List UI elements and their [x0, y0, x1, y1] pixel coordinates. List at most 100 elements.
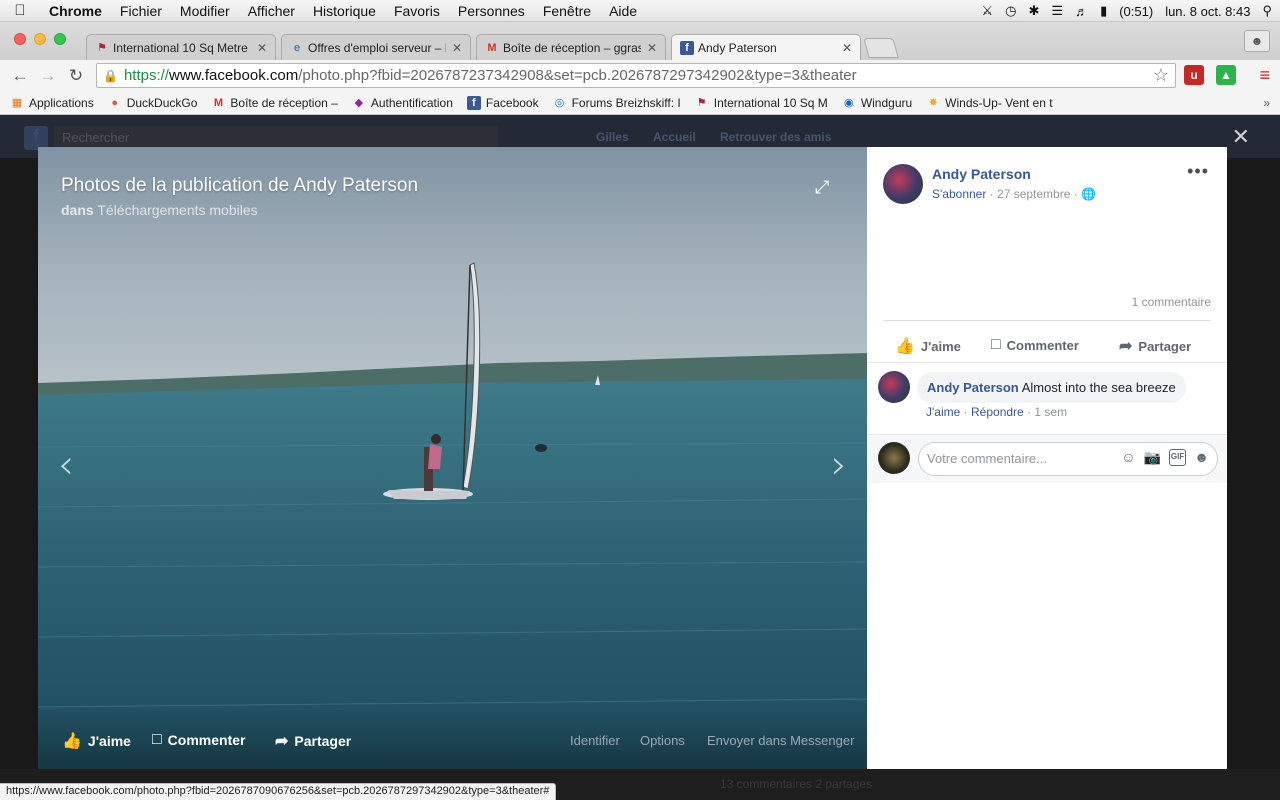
camera-icon[interactable]: 📷 — [1143, 449, 1160, 466]
close-tab-icon[interactable]: ✕ — [257, 41, 267, 55]
bookmark-breizhskiff[interactable]: ◎ Forums Breizhskiff: I — [553, 96, 681, 110]
close-theater-icon[interactable]: ✕ — [1232, 126, 1250, 148]
bookmarks-bar: ▦ Applications ● DuckDuckGo M Boîte de r… — [0, 91, 1280, 115]
bookmark-windguru[interactable]: ◉ Windguru — [842, 96, 912, 110]
forward-arrow-icon[interactable]: → — [34, 66, 62, 86]
next-photo-icon[interactable]: › — [831, 442, 847, 488]
photo-share-label: Partager — [294, 733, 352, 749]
wifi-icon[interactable]: ☰ — [1051, 3, 1063, 19]
bookmark-facebook[interactable]: f Facebook — [466, 95, 539, 110]
tab-gmail[interactable]: M Boîte de réception – ggras ✕ — [476, 34, 666, 60]
menu-favoris[interactable]: Favoris — [385, 3, 449, 19]
like-button[interactable]: 👍 J'aime — [895, 336, 961, 356]
minimize-window-button[interactable] — [34, 33, 46, 45]
bookmark-applications[interactable]: ▦ Applications — [10, 96, 94, 110]
bookmark-gmail[interactable]: M Boîte de réception – — [211, 96, 338, 110]
bookmark-duckduckgo[interactable]: ● DuckDuckGo — [108, 96, 197, 110]
gif-icon[interactable]: GIF — [1168, 449, 1187, 466]
share-arrow-icon: ➦ — [275, 733, 289, 750]
tab-title: International 10 Sq Metre — [113, 40, 248, 55]
menu-personnes[interactable]: Personnes — [449, 3, 534, 19]
post-date[interactable]: 27 septembre — [997, 187, 1070, 201]
menu-historique[interactable]: Historique — [304, 3, 385, 19]
close-tab-icon[interactable]: ✕ — [842, 41, 852, 55]
tab-international-10sq[interactable]: ⚑ International 10 Sq Metre ✕ — [86, 34, 276, 60]
back-arrow-icon[interactable]: ← — [6, 66, 34, 86]
close-window-button[interactable] — [14, 33, 26, 45]
post-options-icon[interactable]: ••• — [1187, 161, 1209, 182]
comment-reply-link[interactable]: Répondre — [971, 405, 1024, 419]
new-tab-button[interactable] — [863, 38, 899, 58]
share-button[interactable]: ➦ Partager — [1119, 336, 1191, 356]
cat-icon[interactable]: ⚔ — [982, 3, 994, 19]
zoom-window-button[interactable] — [54, 33, 66, 45]
menu-fenetre[interactable]: Fenêtre — [534, 3, 600, 19]
comment-button[interactable]: □ Commenter — [991, 336, 1079, 354]
previous-photo-icon[interactable]: ‹ — [58, 442, 74, 488]
meta-separator: · — [986, 187, 998, 201]
bookmarks-overflow-icon[interactable]: » — [1263, 96, 1270, 110]
tab-offres-emploi[interactable]: e Offres d'emploi serveur – N ✕ — [281, 34, 471, 60]
commenter-avatar[interactable] — [878, 371, 910, 403]
apple-menu-icon[interactable]:  — [0, 2, 40, 19]
photo-share-button[interactable]: ➦ Partager — [275, 731, 351, 751]
photo-like-button[interactable]: 👍 J'aime — [62, 731, 131, 751]
album-link[interactable]: Téléchargements mobiles — [97, 202, 257, 218]
comment-like-link[interactable]: J'aime — [926, 405, 960, 419]
sailing-photo — [38, 147, 867, 769]
bookmark-winds-up[interactable]: ✸ Winds-Up- Vent en t — [926, 96, 1053, 110]
chrome-menu-icon[interactable]: ≡ — [1259, 66, 1270, 84]
photo-viewer[interactable]: Photos de la publication de Andy Paterso… — [38, 147, 867, 769]
bookmark-label: Applications — [29, 95, 94, 110]
send-messenger-link[interactable]: Envoyer dans Messenger — [707, 733, 854, 748]
address-bar[interactable]: 🔒 https://www.facebook.com/photo.php?fbi… — [96, 63, 1176, 88]
divider — [867, 362, 1227, 363]
sail-icon: ⚑ — [696, 97, 707, 109]
bg-comments-shares: 13 commentaires 2 partages — [720, 777, 873, 791]
battery-icon[interactable]: ▮ — [1100, 3, 1107, 19]
url-scheme: https:// — [123, 67, 169, 84]
sticker-icon[interactable]: ☻ — [1194, 449, 1209, 466]
fb-nav-user: Gilles — [596, 130, 629, 144]
bluetooth-icon[interactable]: ✱ — [1029, 3, 1040, 19]
bookmark-international-10sq[interactable]: ⚑ International 10 Sq M — [695, 96, 828, 110]
menu-modifier[interactable]: Modifier — [171, 3, 239, 19]
menu-afficher[interactable]: Afficher — [239, 3, 304, 19]
bookmark-authentification[interactable]: ◆ Authentification — [352, 96, 453, 110]
options-link[interactable]: Options — [640, 733, 685, 748]
reload-icon[interactable]: ↻ — [62, 66, 90, 86]
comment-time[interactable]: 1 sem — [1034, 405, 1067, 419]
tag-photo-link[interactable]: Identifier — [570, 733, 620, 748]
author-avatar[interactable] — [883, 164, 923, 204]
close-tab-icon[interactable]: ✕ — [647, 41, 657, 55]
comments-count[interactable]: 1 commentaire — [1132, 295, 1211, 309]
lock-icon[interactable]: 🔒 — [103, 69, 118, 83]
battery-time[interactable]: (0:51) — [1119, 4, 1153, 19]
spotlight-search-icon[interactable]: ⚲ — [1262, 3, 1272, 19]
apps-grid-icon: ▦ — [11, 97, 23, 109]
comment-input[interactable]: Votre commentaire... ☺ 📷 GIF ☻ — [918, 442, 1218, 476]
ublock-extension-icon[interactable]: u — [1184, 65, 1204, 85]
photo-comment-button[interactable]: □ Commenter — [152, 731, 245, 749]
volume-icon[interactable]: ♬ — [1075, 4, 1088, 19]
comment-bubble-icon: □ — [991, 336, 1001, 353]
window-controls — [14, 33, 66, 45]
tab-andy-paterson[interactable]: f Andy Paterson ✕ — [671, 34, 861, 60]
fullscreen-expand-icon[interactable]: ⤢ — [815, 177, 835, 197]
menu-app-chrome[interactable]: Chrome — [40, 3, 111, 19]
menu-aide[interactable]: Aide — [600, 3, 646, 19]
follow-link[interactable]: S'abonner — [932, 187, 986, 201]
bookmark-star-icon[interactable]: ☆ — [1153, 65, 1169, 86]
close-tab-icon[interactable]: ✕ — [452, 41, 462, 55]
tab-title: Boîte de réception – ggras — [503, 40, 641, 55]
profile-icon[interactable]: ☻ — [1244, 30, 1270, 52]
emoji-icon[interactable]: ☺ — [1121, 449, 1135, 466]
post-actions: 👍 J'aime □ Commenter ➦ Partager — [867, 328, 1227, 362]
comment-author-link[interactable]: Andy Paterson — [927, 380, 1019, 395]
time-machine-icon[interactable]: ◷ — [1005, 3, 1016, 19]
extension-green-icon[interactable]: ▲ — [1216, 65, 1236, 85]
gmail-icon: M — [213, 96, 223, 109]
menu-fichier[interactable]: Fichier — [111, 3, 171, 19]
author-name-link[interactable]: Andy Paterson — [932, 166, 1031, 182]
clock[interactable]: lun. 8 oct. 8:43 — [1165, 4, 1250, 19]
